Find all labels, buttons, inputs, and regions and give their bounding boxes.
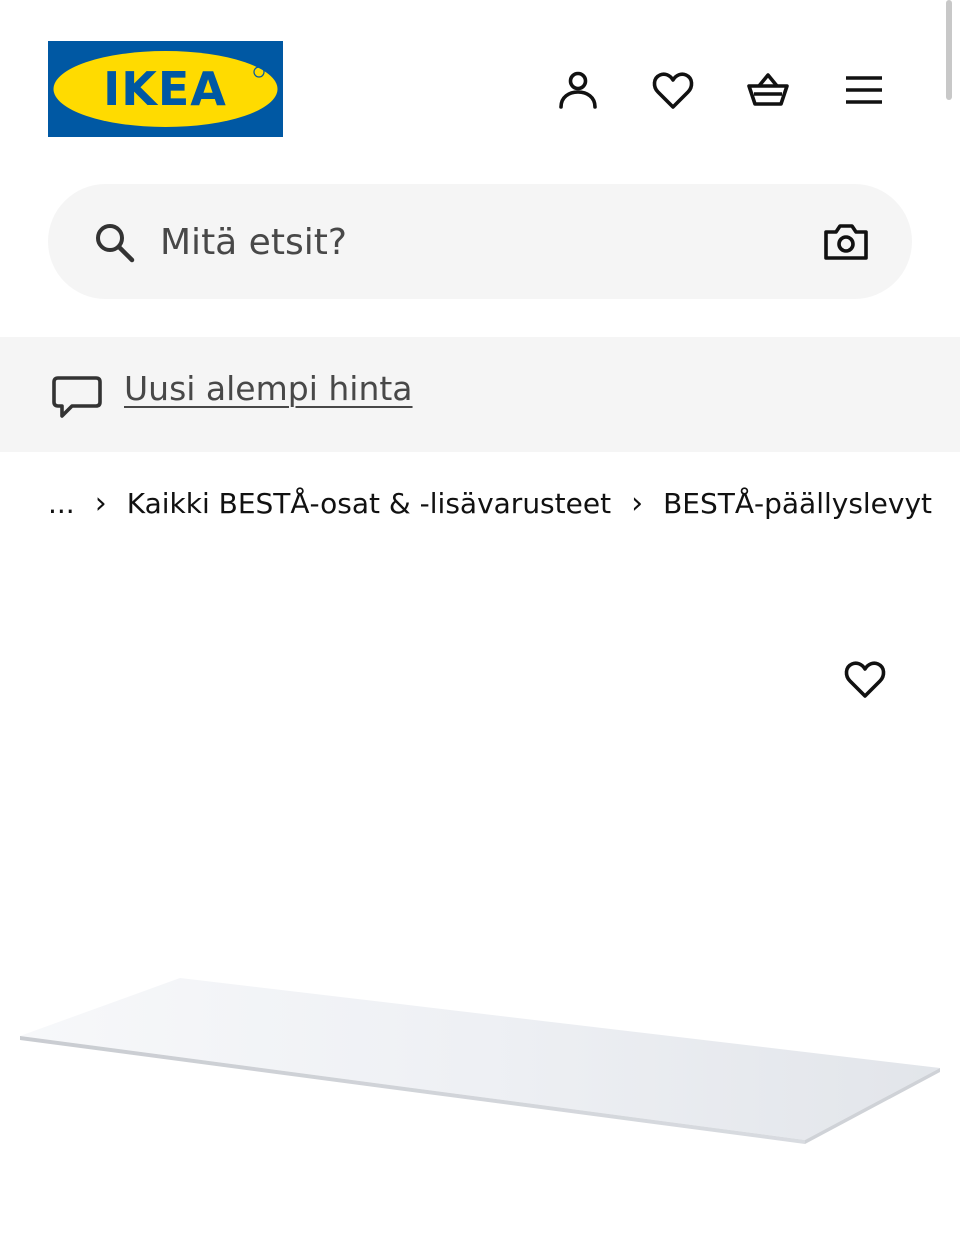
search-input[interactable] (160, 212, 780, 272)
new-lower-price-link[interactable]: Uusi alempi hinta (124, 369, 413, 408)
cart-button[interactable] (742, 64, 794, 116)
scrollbar[interactable] (946, 0, 952, 100)
heart-icon (844, 661, 886, 698)
ikea-logo[interactable]: IKEA (48, 41, 283, 137)
search-bar[interactable] (48, 184, 912, 299)
chat-bubble-icon (52, 376, 102, 418)
breadcrumb-item-all-besta[interactable]: Kaikki BESTÅ-osat & -lisävarusteet (127, 487, 611, 520)
breadcrumb-separator: › (631, 485, 644, 521)
account-button[interactable] (552, 64, 604, 116)
favourite-button[interactable] (838, 652, 892, 706)
menu-icon (846, 76, 882, 104)
price-banner: Uusi alempi hinta (0, 337, 960, 452)
wishlist-button[interactable] (647, 64, 699, 116)
breadcrumb-item-besta-tops[interactable]: BESTÅ-päällyslevyt (663, 487, 932, 520)
product-image-area (0, 560, 960, 1234)
page: IKEA Mitä etsit? Uusi alempi hinta ... ›… (0, 0, 960, 1234)
search-icon[interactable] (92, 220, 136, 264)
logo-text: IKEA (103, 62, 227, 116)
breadcrumb-separator: › (94, 485, 107, 521)
site-header: IKEA (0, 0, 960, 160)
wishlist-icon (652, 72, 694, 109)
breadcrumb-ellipsis[interactable]: ... (48, 487, 75, 520)
breadcrumb: ... › Kaikki BESTÅ-osat & -lisävarusteet… (48, 481, 932, 525)
product-image-glass-top[interactable] (0, 960, 960, 1160)
account-icon (559, 71, 597, 109)
cart-icon (747, 73, 789, 106)
menu-button[interactable] (838, 64, 890, 116)
camera-icon[interactable] (822, 220, 870, 264)
